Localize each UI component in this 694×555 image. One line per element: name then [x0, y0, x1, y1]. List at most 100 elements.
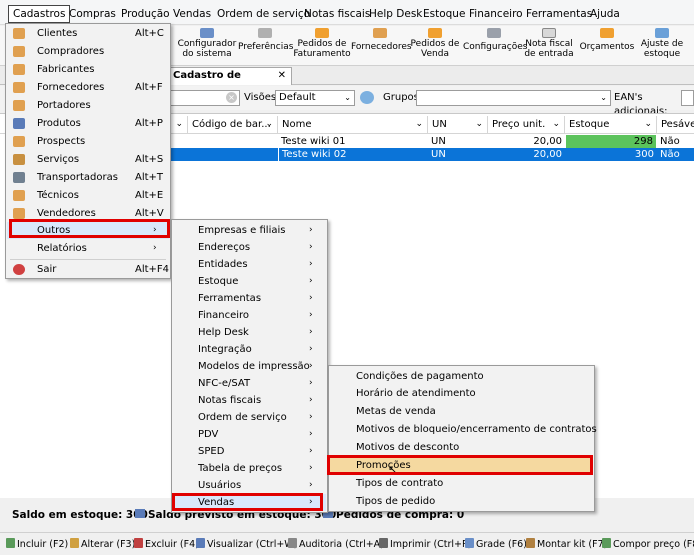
close-icon[interactable]: ✕ [278, 68, 286, 84]
clear-icon[interactable]: × [226, 92, 237, 103]
menu-ordem-servico[interactable]: Ordem de serviço [213, 6, 314, 22]
refresh-icon[interactable] [360, 91, 374, 104]
chevron-right-icon: › [309, 429, 313, 439]
menu-item-sair[interactable]: Sair Alt+F4 [7, 261, 169, 278]
edit-icon [70, 538, 79, 548]
column-header-preco[interactable]: Preço unit. ⌄ [488, 116, 565, 134]
submenu-item-nfce-sat[interactable]: NFC-e/SAT › [173, 375, 326, 392]
submenu-item-condicoes-pagamento[interactable]: Condições de pagamento [330, 368, 593, 385]
submenu-item-tipos-contrato[interactable]: Tipos de contrato [330, 475, 593, 492]
column-header-menu[interactable]: ⌄ [170, 116, 188, 134]
menu-item-portadores[interactable]: Portadores [7, 97, 169, 114]
chevron-right-icon: › [309, 378, 313, 388]
submenu-item-entidades[interactable]: Entidades › [173, 256, 326, 273]
pedidos-venda-button[interactable]: Pedidos de Venda [409, 28, 461, 64]
menu-financeiro[interactable]: Financeiro [465, 6, 527, 22]
submenu-item-motivos-bloqueio[interactable]: Motivos de bloqueio/encerramento de cont… [330, 421, 597, 438]
chevron-right-icon: › [309, 242, 313, 252]
submenu-item-sped[interactable]: SPED › [173, 443, 326, 460]
ajuste-estoque-button[interactable]: Ajuste de estoque [638, 28, 686, 64]
submenu-item-modelos-impressao[interactable]: Modelos de impressão › [173, 358, 326, 375]
submenu-item-vendas[interactable]: Vendas › [173, 494, 326, 511]
person-icon [13, 208, 25, 219]
menu-item-compradores[interactable]: Compradores [7, 43, 169, 60]
menu-item-outros[interactable]: Outros › [7, 222, 169, 239]
chevron-right-icon: › [309, 225, 313, 235]
menu-item-clientes[interactable]: Clientes Alt+C [7, 25, 169, 42]
submenu-item-notas-fiscais[interactable]: Notas fiscais › [173, 392, 326, 409]
menu-separator [10, 259, 166, 260]
ean-input[interactable] [681, 90, 694, 106]
column-header-un[interactable]: UN ⌄ [428, 116, 488, 134]
excluir-button[interactable]: Excluir (F4) [134, 538, 199, 550]
person-icon [13, 100, 25, 111]
orcamentos-button[interactable]: Orçamentos [578, 28, 636, 64]
submenu-item-help-desk[interactable]: Help Desk › [173, 324, 326, 341]
tab-cadastro-produtos[interactable]: Cadastro de Produtos ✕ [168, 67, 292, 97]
nota-fiscal-entrada-button[interactable]: Nota fiscal de entrada [523, 28, 575, 64]
add-icon [6, 538, 15, 548]
preferencias-button[interactable]: Preferências [238, 28, 293, 64]
submenu-item-usuarios[interactable]: Usuários › [173, 477, 326, 494]
configurador-button[interactable]: Configurador do sistema [176, 28, 238, 64]
visoes-select[interactable]: Default ⌄ [275, 90, 355, 106]
submenu-item-motivos-desconto[interactable]: Motivos de desconto [330, 439, 593, 456]
submenu-item-integracao[interactable]: Integração › [173, 341, 326, 358]
cart-icon [600, 28, 614, 38]
menu-ajuda[interactable]: Ajuda [586, 6, 624, 22]
menu-item-relatorios[interactable]: Relatórios › [7, 240, 169, 257]
submenu-item-empresas-filiais[interactable]: Empresas e filiais › [173, 222, 326, 239]
imprimir-button[interactable]: Imprimir (Ctrl+P) [379, 538, 471, 550]
menu-item-fornecedores[interactable]: Fornecedores Alt+F [7, 79, 169, 96]
submenu-item-metas-venda[interactable]: Metas de venda [330, 403, 593, 420]
montar-kit-button[interactable]: Montar kit (F7) [526, 538, 607, 550]
submenu-item-promocoes[interactable]: Promoções ↖ [330, 457, 593, 476]
submenu-item-ferramentas[interactable]: Ferramentas › [173, 290, 326, 307]
menu-notas-fiscais[interactable]: Notas fiscais [300, 6, 374, 22]
submenu-item-tipos-pedido[interactable]: Tipos de pedido [330, 493, 593, 510]
grade-button[interactable]: Grade (F6) [465, 538, 527, 550]
configuracoes-button[interactable]: Configurações [463, 28, 527, 64]
visualizar-button[interactable]: Visualizar (Ctrl+W) [196, 538, 297, 550]
menu-item-produtos[interactable]: Produtos Alt+P [7, 115, 169, 132]
chevron-down-icon: ⌄ [475, 119, 483, 129]
column-header-nome[interactable]: Nome ⌄ [278, 116, 428, 134]
person-icon [13, 82, 25, 93]
menu-cadastros[interactable]: Cadastros [8, 5, 71, 23]
incluir-button[interactable]: Incluir (F2) [6, 538, 68, 550]
grid-icon [465, 538, 474, 548]
menu-vendas[interactable]: Vendas [169, 6, 215, 22]
cell-preco: 20,00 [533, 136, 562, 147]
menu-item-vendedores[interactable]: Vendedores Alt+V [7, 205, 169, 222]
column-header-pesavel[interactable]: Pesável [657, 116, 694, 134]
stock-icon [655, 28, 669, 38]
menu-item-prospects[interactable]: Prospects [7, 133, 169, 150]
pedidos-faturamento-button[interactable]: Pedidos de Faturamento [292, 28, 352, 64]
alterar-button[interactable]: Alterar (F3) [70, 538, 135, 550]
cell-pesavel: Não [660, 136, 680, 147]
menu-compras[interactable]: Compras [65, 6, 120, 22]
submenu-item-estoque[interactable]: Estoque › [173, 273, 326, 290]
submenu-item-pdv[interactable]: PDV › [173, 426, 326, 443]
menu-item-transportadoras[interactable]: Transportadoras Alt+T [7, 169, 169, 186]
menu-item-fabricantes[interactable]: Fabricantes [7, 61, 169, 78]
compor-preco-button[interactable]: Compor preço (F8) [602, 538, 694, 550]
chevron-right-icon: › [153, 243, 157, 253]
menu-estoque[interactable]: Estoque [419, 6, 469, 22]
auditoria-button[interactable]: Auditoria (Ctrl+A) [288, 538, 384, 550]
submenu-item-horario-atendimento[interactable]: Horário de atendimento [330, 385, 593, 402]
column-header-codigo-barras[interactable]: Código de bar... ⌄ [188, 116, 278, 134]
search-input[interactable]: × [170, 90, 240, 106]
submenu-item-tabela-precos[interactable]: Tabela de preços › [173, 460, 326, 477]
submenu-item-ordem-servico[interactable]: Ordem de serviço › [173, 409, 326, 426]
grupos-select[interactable]: ⌄ [416, 90, 611, 106]
table-row-selected[interactable]: Teste wiki 02 UN 20,00 300 Não [170, 148, 694, 161]
menu-item-tecnicos[interactable]: Técnicos Alt+E [7, 187, 169, 204]
menu-producao[interactable]: Produção [117, 6, 174, 22]
submenu-item-enderecos[interactable]: Endereços › [173, 239, 326, 256]
menu-item-servicos[interactable]: Serviços Alt+S [7, 151, 169, 168]
fornecedores-button[interactable]: Fornecedores [351, 28, 412, 64]
submenu-item-financeiro[interactable]: Financeiro › [173, 307, 326, 324]
column-header-estoque[interactable]: Estoque ⌄ [565, 116, 657, 134]
menu-help-desk[interactable]: Help Desk [365, 6, 426, 22]
